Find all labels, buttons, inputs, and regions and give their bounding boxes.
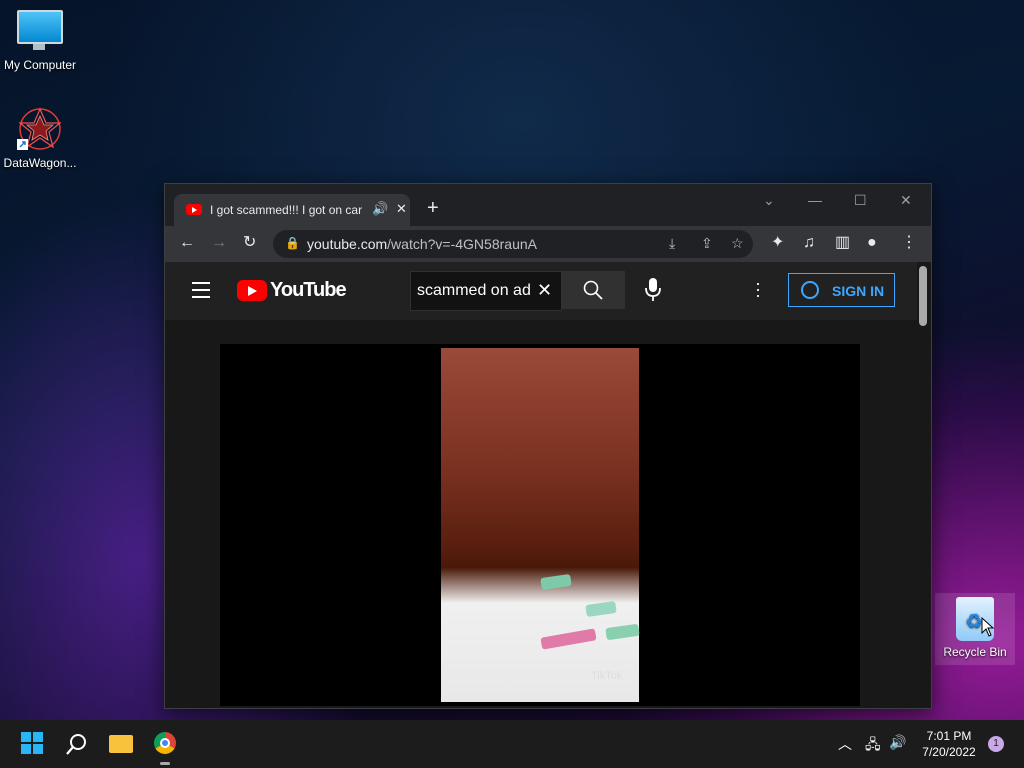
youtube-header: YouTube scammed on ad ✕ · · · SIGN IN (165, 262, 917, 320)
tiktok-watermark: TikTok (591, 670, 623, 682)
minimize-button[interactable]: — (808, 192, 822, 208)
page-content: YouTube scammed on ad ✕ · · · SIGN IN Ti… (165, 262, 931, 708)
microphone-icon (645, 278, 661, 301)
bookmark-star-icon[interactable]: ☆ (731, 235, 744, 252)
search-icon (583, 280, 603, 300)
settings-more-icon[interactable]: · · · (755, 274, 761, 304)
youtube-logo-icon[interactable] (237, 280, 267, 301)
lock-icon: 🔒 (285, 236, 300, 250)
url-domain: youtube.com (307, 236, 388, 252)
browser-titlebar: I got scammed!!! I got on car 🔊 ✕ + ⌄ — … (165, 184, 931, 226)
mouse-cursor-icon (981, 617, 995, 637)
profile-avatar-icon[interactable]: ● (867, 234, 877, 252)
maximize-button[interactable]: ☐ (854, 192, 867, 209)
chrome-icon[interactable] (154, 732, 176, 754)
clock[interactable]: 7:01 PM 7/20/2022 (914, 728, 984, 760)
my-computer-icon (17, 10, 63, 50)
file-explorer-icon[interactable] (109, 735, 133, 753)
new-tab-button[interactable]: + (427, 198, 439, 218)
desktop-icon-datawagon[interactable]: DataWagon... (0, 106, 80, 170)
sign-in-button[interactable]: SIGN IN (788, 273, 895, 307)
desktop-icon-label: My Computer (3, 58, 77, 72)
search-icon[interactable] (65, 732, 89, 756)
clock-date: 7/20/2022 (922, 745, 976, 759)
desktop-icon-label: DataWagon... (3, 156, 77, 170)
tab-audio-icon[interactable]: 🔊 (372, 201, 388, 217)
clock-time: 7:01 PM (926, 729, 972, 743)
youtube-favicon-icon (186, 204, 202, 215)
extensions-puzzle-icon[interactable]: ✦ (771, 234, 784, 252)
start-windows-icon[interactable] (21, 732, 43, 754)
desktop-icon-recycle-bin[interactable]: ♻ Recycle Bin (935, 593, 1015, 665)
reload-icon[interactable]: ↻ (243, 234, 256, 252)
browser-toolbar: ← → ↻ 🔒 youtube.com/watch?v=-4GN58raunA … (165, 226, 931, 262)
back-arrow-icon[interactable]: ← (179, 234, 195, 252)
close-window-button[interactable]: ✕ (900, 192, 912, 209)
forward-arrow-icon[interactable]: → (211, 234, 227, 252)
side-panel-icon[interactable]: ▥ (835, 234, 850, 252)
sign-in-label: SIGN IN (832, 283, 885, 299)
show-hidden-icons-chevron-up-icon[interactable]: ︿ (838, 734, 852, 754)
search-query: scammed on ad (417, 282, 531, 299)
video-player[interactable]: TikTok (220, 344, 860, 706)
desktop-icon-label: Recycle Bin (943, 645, 1007, 659)
youtube-logo-text[interactable]: YouTube (270, 279, 347, 302)
page-scrollbar[interactable] (919, 266, 927, 326)
desktop-icon-my-computer[interactable]: My Computer (0, 10, 80, 72)
hamburger-menu-icon[interactable] (192, 282, 210, 303)
datawagon-icon (17, 106, 63, 152)
url-path: /watch?v=-4GN58raunA (387, 236, 537, 252)
tab-title: I got scammed!!! I got on car (210, 203, 362, 217)
taskbar: ︿ 🖧 🔊 7:01 PM 7/20/2022 1 (0, 720, 1024, 768)
browser-tab[interactable]: I got scammed!!! I got on car 🔊 ✕ (174, 194, 410, 226)
media-control-icon[interactable]: ♫ (803, 234, 815, 252)
address-bar[interactable]: 🔒 youtube.com/watch?v=-4GN58raunA ⤓ ⇪ ☆ (273, 230, 753, 258)
voice-search-button[interactable] (641, 276, 665, 309)
video-frame: TikTok (441, 348, 640, 702)
install-app-icon[interactable]: ⤓ (669, 235, 675, 252)
network-icon[interactable]: 🖧 (865, 734, 881, 758)
tab-close-icon[interactable]: ✕ (396, 201, 407, 217)
search-input[interactable]: scammed on ad ✕ (410, 271, 562, 311)
account-icon (801, 281, 819, 299)
tab-search-icon[interactable]: ⌄ (763, 192, 775, 209)
browser-window: I got scammed!!! I got on car 🔊 ✕ + ⌄ — … (164, 183, 932, 709)
clear-search-icon[interactable]: ✕ (537, 280, 552, 301)
share-icon[interactable]: ⇪ (701, 235, 713, 252)
notification-badge[interactable]: 1 (988, 736, 1004, 752)
active-app-indicator (160, 762, 170, 765)
browser-menu-icon[interactable]: ⋮ (901, 234, 917, 252)
search-button[interactable] (561, 271, 625, 309)
volume-icon[interactable]: 🔊 (889, 734, 906, 751)
